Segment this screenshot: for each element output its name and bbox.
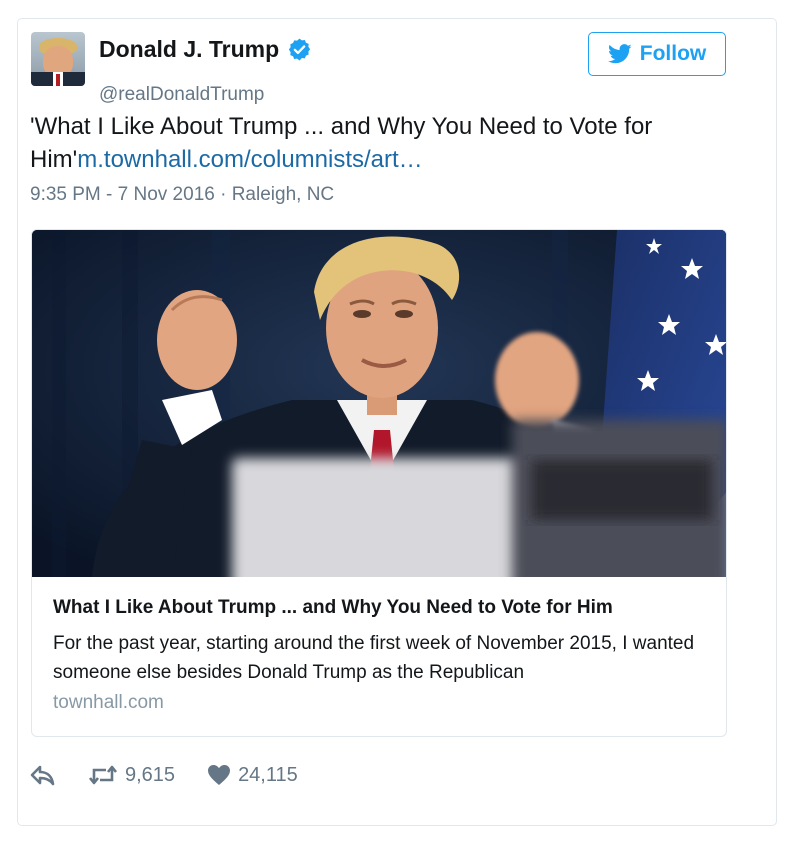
like-button[interactable]: 24,115: [207, 764, 298, 787]
follow-label: Follow: [639, 42, 707, 65]
retweet-button[interactable]: 9,615: [88, 764, 175, 787]
tweet-link[interactable]: m.townhall.com/columnists/art…: [77, 146, 422, 173]
link-card[interactable]: What I Like About Trump ... and Why You …: [31, 229, 727, 737]
twitter-bird-icon: [607, 44, 632, 64]
tweet-text: 'What I Like About Trump ... and Why You…: [30, 110, 730, 176]
card-domain: townhall.com: [53, 692, 164, 713]
avatar[interactable]: [31, 32, 85, 86]
user-name[interactable]: Donald J. Trump: [99, 36, 279, 63]
verified-badge-icon: [289, 38, 311, 61]
like-count: 24,115: [238, 763, 298, 786]
heart-icon: [208, 765, 231, 785]
reply-icon: [30, 765, 55, 786]
tweet-timestamp[interactable]: 9:35 PM - 7 Nov 2016 · Raleigh, NC: [30, 184, 334, 206]
user-handle[interactable]: @realDonaldTrump: [99, 84, 264, 106]
user-name-row: Donald J. Trump: [99, 36, 312, 63]
tweet-actions: 9,615 24,115: [30, 760, 330, 790]
retweet-icon: [88, 765, 118, 785]
retweet-count: 9,615: [125, 763, 176, 786]
card-body: What I Like About Trump ... and Why You …: [53, 595, 713, 714]
follow-button[interactable]: Follow: [588, 32, 726, 76]
card-image[interactable]: [32, 230, 726, 577]
card-description: For the past year, starting around the f…: [53, 633, 695, 683]
reply-button[interactable]: [30, 764, 56, 786]
photo-image: [32, 230, 726, 577]
card-title[interactable]: What I Like About Trump ... and Why You …: [53, 595, 713, 621]
